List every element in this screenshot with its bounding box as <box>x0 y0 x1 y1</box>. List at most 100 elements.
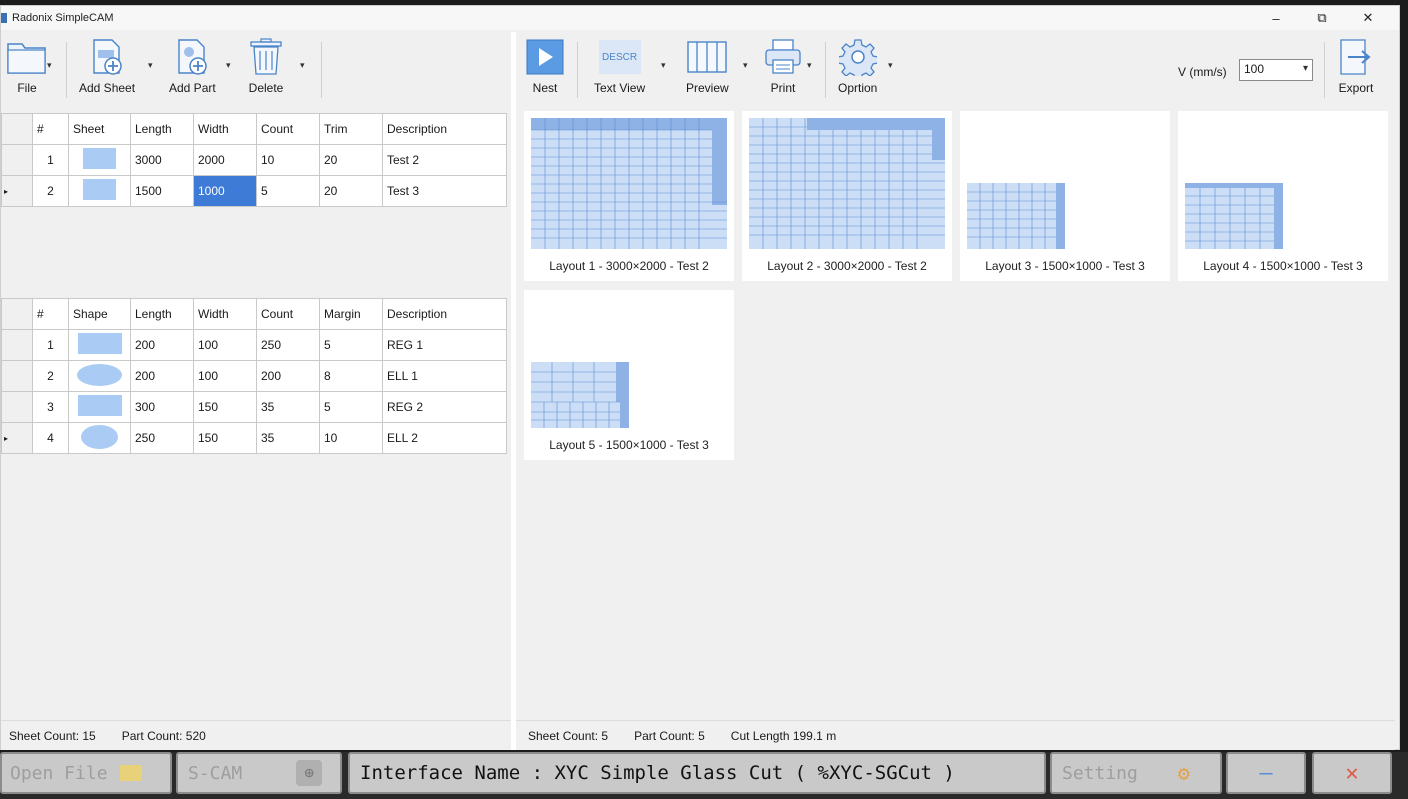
cell-length[interactable]: 3000 <box>130 144 194 176</box>
row-header[interactable] <box>1 360 33 392</box>
add-part-button[interactable]: Add Part <box>169 38 216 95</box>
cell-count[interactable]: 5 <box>256 175 320 207</box>
table-row[interactable]: ▸ 2 1500 1000 5 20 Test 3 <box>1 175 507 207</box>
text-view-button[interactable]: DESCR Text View <box>594 38 645 95</box>
layout-card[interactable]: Layout 1 - 3000×2000 - Test 2 <box>524 111 734 281</box>
cell-width[interactable]: 100 <box>193 329 257 361</box>
cell-description[interactable]: ELL 1 <box>382 360 507 392</box>
cell-number[interactable]: 3 <box>32 391 69 423</box>
cell-count[interactable]: 10 <box>256 144 320 176</box>
cell-shape[interactable] <box>68 422 131 454</box>
current-row-marker[interactable]: ▸ <box>1 175 33 207</box>
cell-margin[interactable]: 5 <box>319 391 383 423</box>
cell-description[interactable]: ELL 2 <box>382 422 507 454</box>
column-header-count[interactable]: Count <box>256 298 320 330</box>
s-cam-button[interactable]: S-CAM ⊕ <box>176 752 342 794</box>
column-header-margin[interactable]: Margin <box>319 298 383 330</box>
cell-length[interactable]: 200 <box>130 329 194 361</box>
table-row[interactable]: 3 300 150 35 5 REG 2 <box>1 391 507 423</box>
cell-width-selected[interactable]: 1000 <box>193 175 257 207</box>
cell-width[interactable]: 100 <box>193 360 257 392</box>
cell-length[interactable]: 250 <box>130 422 194 454</box>
file-dropdown-icon[interactable]: ▾ <box>47 60 52 71</box>
row-header[interactable] <box>1 329 33 361</box>
table-row[interactable]: 1 3000 2000 10 20 Test 2 <box>1 144 507 176</box>
column-header-length[interactable]: Length <box>130 298 194 330</box>
add-part-dropdown-icon[interactable]: ▾ <box>226 60 231 71</box>
cell-length[interactable]: 300 <box>130 391 194 423</box>
layout-card[interactable]: Layout 2 - 3000×2000 - Test 2 <box>742 111 952 281</box>
option-dropdown-icon[interactable]: ▾ <box>888 60 893 71</box>
cell-number[interactable]: 2 <box>32 175 69 207</box>
cell-shape[interactable] <box>68 329 131 361</box>
cell-length[interactable]: 200 <box>130 360 194 392</box>
column-header-sheet[interactable]: Sheet <box>68 113 131 145</box>
column-header-count[interactable]: Count <box>256 113 320 145</box>
column-header-description[interactable]: Description <box>382 298 507 330</box>
cell-number[interactable]: 4 <box>32 422 69 454</box>
table-row[interactable]: 2 200 100 200 8 ELL 1 <box>1 360 507 392</box>
row-header[interactable] <box>1 391 33 423</box>
column-header-shape[interactable]: Shape <box>68 298 131 330</box>
delete-dropdown-icon[interactable]: ▾ <box>300 60 305 71</box>
cell-number[interactable]: 1 <box>32 329 69 361</box>
current-row-marker[interactable]: ▸ <box>1 422 33 454</box>
cell-margin[interactable]: 5 <box>319 329 383 361</box>
column-header-description[interactable]: Description <box>382 113 507 145</box>
text-view-dropdown-icon[interactable]: ▾ <box>661 60 666 71</box>
cell-count[interactable]: 200 <box>256 360 320 392</box>
print-button[interactable]: Print <box>764 38 802 95</box>
cell-count[interactable]: 250 <box>256 329 320 361</box>
cell-count[interactable]: 35 <box>256 422 320 454</box>
cell-margin[interactable]: 10 <box>319 422 383 454</box>
taskbar-minimize-button[interactable]: — <box>1226 752 1306 794</box>
cell-trim[interactable]: 20 <box>319 175 383 207</box>
layout-card[interactable]: Layout 5 - 1500×1000 - Test 3 <box>524 290 734 460</box>
speed-select[interactable]: 100 ▾ <box>1239 59 1313 81</box>
cell-count[interactable]: 35 <box>256 391 320 423</box>
cell-description[interactable]: Test 2 <box>382 144 507 176</box>
delete-button[interactable]: Delete <box>248 38 284 95</box>
cell-sheet-swatch[interactable] <box>68 144 131 176</box>
column-header-length[interactable]: Length <box>130 113 194 145</box>
cell-shape[interactable] <box>68 360 131 392</box>
cell-trim[interactable]: 20 <box>319 144 383 176</box>
taskbar-close-button[interactable]: ✕ <box>1312 752 1392 794</box>
export-button[interactable]: Export <box>1338 38 1374 95</box>
column-header-width[interactable]: Width <box>193 298 257 330</box>
cell-description[interactable]: REG 2 <box>382 391 507 423</box>
add-sheet-button[interactable]: Add Sheet <box>79 38 135 95</box>
row-header[interactable] <box>1 144 33 176</box>
cell-sheet-swatch[interactable] <box>68 175 131 207</box>
minimize-button[interactable]: – <box>1253 6 1299 30</box>
cell-width[interactable]: 2000 <box>193 144 257 176</box>
layout-card[interactable]: Layout 3 - 1500×1000 - Test 3 <box>960 111 1170 281</box>
table-row[interactable]: 1 200 100 250 5 REG 1 <box>1 329 507 361</box>
print-dropdown-icon[interactable]: ▾ <box>807 60 812 71</box>
cell-width[interactable]: 150 <box>193 422 257 454</box>
preview-dropdown-icon[interactable]: ▾ <box>743 60 748 71</box>
cell-margin[interactable]: 8 <box>319 360 383 392</box>
column-header-trim[interactable]: Trim <box>319 113 383 145</box>
open-file-button[interactable]: Open File <box>0 752 172 794</box>
cell-length[interactable]: 1500 <box>130 175 194 207</box>
close-button[interactable]: ✕ <box>1345 6 1391 30</box>
column-header-number[interactable]: # <box>32 298 69 330</box>
restore-button[interactable]: ⧉ <box>1299 6 1345 30</box>
column-header-width[interactable]: Width <box>193 113 257 145</box>
setting-button[interactable]: Setting ⚙ <box>1050 752 1222 794</box>
preview-button[interactable]: Preview <box>686 38 729 95</box>
nest-button[interactable]: Nest <box>526 38 564 95</box>
table-row[interactable]: ▸ 4 250 150 35 10 ELL 2 <box>1 422 507 454</box>
cell-number[interactable]: 1 <box>32 144 69 176</box>
cell-number[interactable]: 2 <box>32 360 69 392</box>
add-sheet-dropdown-icon[interactable]: ▾ <box>148 60 153 71</box>
cell-shape[interactable] <box>68 391 131 423</box>
file-button[interactable]: File <box>7 38 47 95</box>
cell-description[interactable]: REG 1 <box>382 329 507 361</box>
column-header-number[interactable]: # <box>32 113 69 145</box>
option-button[interactable]: Oprtion <box>838 38 877 95</box>
cell-width[interactable]: 150 <box>193 391 257 423</box>
cell-description[interactable]: Test 3 <box>382 175 507 207</box>
layout-card[interactable]: Layout 4 - 1500×1000 - Test 3 <box>1178 111 1388 281</box>
